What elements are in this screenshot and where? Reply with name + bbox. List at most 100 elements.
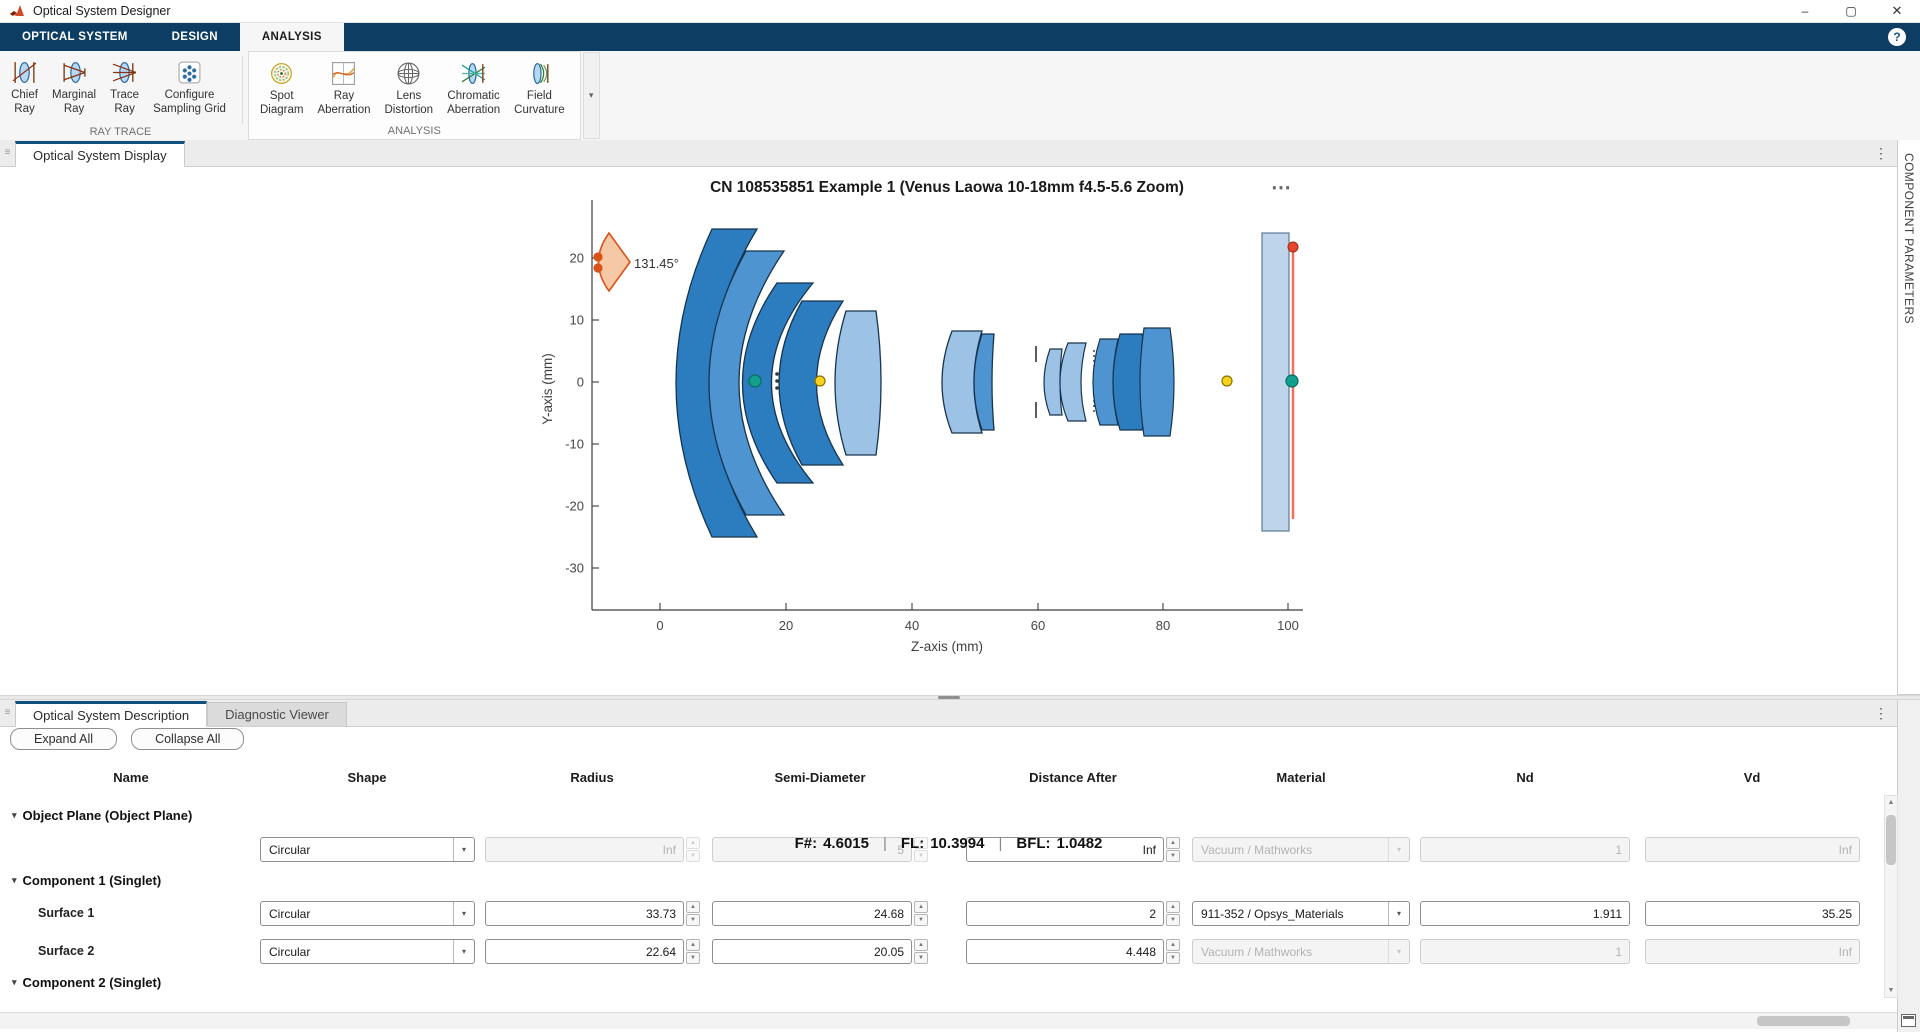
panel-grip[interactable]: ≡	[0, 708, 15, 718]
spinner-up-button[interactable]: ▲	[914, 901, 928, 913]
trace-ray-button[interactable]: Trace Ray	[103, 56, 146, 119]
spinner-up-button[interactable]: ▲	[1166, 901, 1180, 913]
spinner-up-button[interactable]: ▲	[686, 939, 700, 951]
tab-optical-system-description[interactable]: Optical System Description	[15, 701, 207, 727]
sensor-plane[interactable]	[1262, 233, 1289, 531]
panel-grip[interactable]: ≡	[0, 148, 15, 158]
image-point-marker[interactable]	[1288, 242, 1298, 252]
group-row-component-1-singlet-[interactable]: ▾Component 1 (Singlet)	[12, 873, 161, 888]
table-vertical-scrollbar[interactable]: ▲ ▼	[1884, 795, 1898, 998]
marginal-ray-button[interactable]: Marginal Ray	[45, 56, 103, 119]
chevron-down-icon[interactable]: ▾	[1388, 902, 1409, 925]
distance-after-spinner[interactable]: 4.448▲▼	[966, 939, 1180, 964]
lens-distortion-button[interactable]: Lens Distortion	[378, 57, 441, 120]
table-horizontal-scrollbar[interactable]	[0, 1012, 1897, 1029]
surface-marker[interactable]	[815, 376, 825, 386]
help-icon[interactable]: ?	[1888, 28, 1906, 46]
vd-field[interactable]: 35.25	[1645, 901, 1860, 926]
spinner-up-button[interactable]: ▲	[686, 901, 700, 913]
radius-spinner[interactable]: 33.73▲▼	[485, 901, 700, 926]
spinner-down-button[interactable]: ▼	[686, 952, 700, 964]
element-menu-dots[interactable]	[775, 372, 779, 376]
shape-dropdown[interactable]: Circular▾	[260, 901, 475, 926]
material-dropdown[interactable]: 911-352 / Opsys_Materials▾	[1192, 901, 1410, 926]
lens-distortion-icon	[395, 60, 422, 87]
chromatic-aberration-button[interactable]: Chromatic Aberration	[440, 57, 507, 120]
spinner-up-button[interactable]: ▲	[914, 939, 928, 951]
dropdown-box[interactable]: 911-352 / Opsys_Materials▾	[1192, 901, 1410, 926]
lens-element-9[interactable]	[1060, 343, 1086, 421]
tab-optical-system-display[interactable]: Optical System Display	[15, 141, 185, 167]
dropdown-box[interactable]: Circular▾	[260, 901, 475, 926]
group-row-object-plane-object-plane-[interactable]: ▾Object Plane (Object Plane)	[12, 808, 192, 823]
panel-menu-icon[interactable]: ⋮	[1865, 705, 1897, 722]
spinner-down-button[interactable]: ▼	[1166, 952, 1180, 964]
scroll-down-icon[interactable]: ▼	[1885, 984, 1897, 997]
collapse-caret-icon[interactable]: ▾	[12, 875, 17, 886]
lens-element-8[interactable]	[1044, 349, 1062, 415]
spinner-value-box[interactable]: 22.64	[485, 939, 684, 964]
spinner-up-button[interactable]: ▲	[1166, 939, 1180, 951]
nd-field[interactable]: 1.911	[1420, 901, 1630, 926]
splitter-handle[interactable]	[938, 696, 960, 699]
collapse-all-button[interactable]: Collapse All	[131, 728, 244, 750]
surface-row-label: Surface 2	[38, 944, 94, 958]
shape-dropdown[interactable]: Circular▾	[260, 939, 475, 964]
semi-diameter-spinner[interactable]: 20.05▲▼	[712, 939, 928, 964]
component-parameters-panel[interactable]: COMPONENT PARAMETERS	[1897, 140, 1920, 695]
spinner-down-button[interactable]: ▼	[1166, 914, 1180, 926]
spinner-value-box[interactable]: 24.68	[712, 901, 912, 926]
dock-icon[interactable]	[1901, 1014, 1916, 1027]
spinner-value-box[interactable]: 33.73	[485, 901, 684, 926]
expand-all-button[interactable]: Expand All	[10, 728, 117, 750]
minimize-button[interactable]: –	[1782, 0, 1828, 22]
spinner-down-button[interactable]: ▼	[686, 914, 700, 926]
element-menu-dots[interactable]	[775, 379, 779, 383]
chief-ray-button[interactable]: Chief Ray	[4, 56, 45, 119]
chevron-down-icon[interactable]: ▾	[453, 940, 474, 963]
ray-aberration-button[interactable]: Ray Aberration	[310, 57, 377, 120]
optical-metrics-statusline: F#:4.6015|FL:10.3994|BFL:1.0482	[0, 828, 1897, 858]
sampling-grid-button[interactable]: Configure Sampling Grid	[146, 56, 233, 119]
ribbon-tab-optical-system[interactable]: OPTICAL SYSTEM	[0, 23, 150, 51]
close-button[interactable]: ✕	[1874, 0, 1920, 22]
toolbar-overflow-button[interactable]: ▾	[583, 52, 600, 139]
chevron-down-icon[interactable]: ▾	[453, 902, 474, 925]
value-box[interactable]: 35.25	[1645, 901, 1860, 926]
spinner-value-box[interactable]: 4.448	[966, 939, 1164, 964]
spot-diagram-button[interactable]: Spot Diagram	[253, 57, 310, 120]
status-label: FL:	[901, 835, 924, 852]
tab-diagnostic-viewer[interactable]: Diagnostic Viewer	[207, 702, 347, 726]
distance-after-spinner[interactable]: 2▲▼	[966, 901, 1180, 926]
element-pivot-marker[interactable]	[749, 375, 761, 387]
ribbon-tab-design[interactable]: DESIGN	[150, 23, 240, 51]
spinner-value-box[interactable]: 20.05	[712, 939, 912, 964]
collapse-caret-icon[interactable]: ▾	[12, 977, 17, 988]
lens-element-4[interactable]	[779, 301, 843, 465]
spinner-value-box[interactable]: 2	[966, 901, 1164, 926]
group-row-component-2-singlet-[interactable]: ▾Component 2 (Singlet)	[12, 975, 161, 990]
dropdown-box[interactable]: Circular▾	[260, 939, 475, 964]
scroll-thumb[interactable]	[1757, 1016, 1850, 1026]
lens-element-5[interactable]	[835, 311, 881, 455]
panel-menu-icon[interactable]: ⋮	[1865, 145, 1897, 162]
collapse-caret-icon[interactable]: ▾	[12, 810, 17, 821]
maximize-button[interactable]: ▢	[1828, 0, 1874, 22]
column-header-material: Material	[1276, 770, 1325, 785]
field-point-marker[interactable]	[593, 263, 602, 272]
radius-spinner[interactable]: 22.64▲▼	[485, 939, 700, 964]
field-point-marker[interactable]	[593, 252, 602, 261]
field-of-view-fan[interactable]	[599, 233, 631, 291]
field-curvature-button[interactable]: Field Curvature	[507, 57, 572, 120]
element-pivot-marker[interactable]	[1286, 375, 1298, 387]
spinner-down-button[interactable]: ▼	[914, 914, 928, 926]
scroll-up-icon[interactable]: ▲	[1885, 796, 1897, 809]
value-box[interactable]: 1.911	[1420, 901, 1630, 926]
surface-marker[interactable]	[1222, 376, 1232, 386]
spinner-down-button[interactable]: ▼	[914, 952, 928, 964]
semi-diameter-spinner[interactable]: 24.68▲▼	[712, 901, 928, 926]
axes-menu-icon[interactable]: ⋯	[1271, 177, 1291, 199]
ribbon-tab-analysis[interactable]: ANALYSIS	[240, 23, 344, 51]
element-menu-dots[interactable]	[775, 386, 779, 390]
lens-element-12[interactable]	[1140, 328, 1174, 436]
